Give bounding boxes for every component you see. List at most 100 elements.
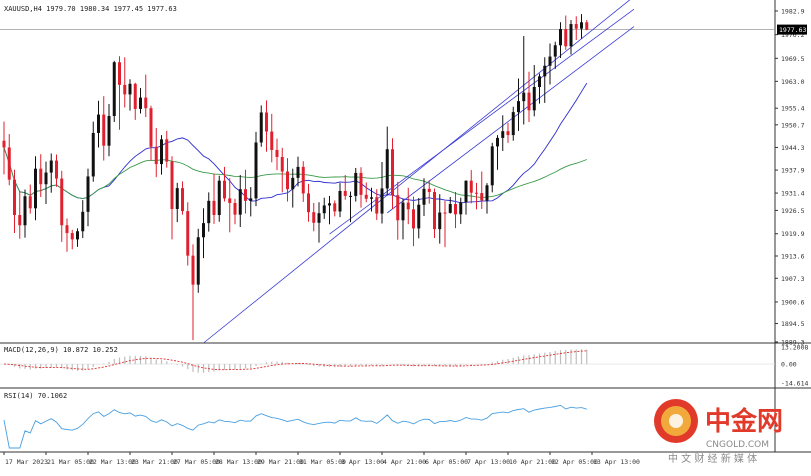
candle-body [107,115,111,146]
x-tick-label: 17 Mar 2023 [5,458,48,466]
candle-body [422,188,426,205]
x-tick-label: 7 Apr 13:00 [467,458,510,466]
candle-body [181,188,184,212]
current-price-label: 1977.63 [779,26,806,34]
candle-body [238,189,242,215]
x-tick-label: 29 Mar 21:00 [257,458,304,466]
watermark-tagline: 中 文 财 经 新 媒 体 [668,452,757,465]
candle-body [296,166,300,178]
x-tick-label: 4 Apr 21:00 [383,458,426,466]
y-tick-label: 1982.9 [781,7,805,15]
candle-body [496,137,499,147]
candle-body [91,132,95,177]
candle-body [385,149,389,189]
candle-body [527,92,531,111]
candle-body [44,172,48,185]
candle-body [412,209,415,229]
candle-body [55,160,58,179]
candle-body [480,193,484,201]
x-tick-label: 22 Mar 13:00 [89,458,136,466]
candle-body [438,212,442,230]
candle-body [254,142,258,199]
candle-body [291,177,295,190]
candle-body [574,24,578,29]
candle-body [301,166,305,194]
candle-body [506,131,510,136]
candle-body [406,202,410,210]
candle-body [118,62,121,85]
candle-body [417,204,421,229]
candle-body [18,214,22,226]
candle-body [112,62,116,116]
candle-body [501,131,505,138]
candle-body [343,190,347,196]
candle-body [349,195,352,197]
y-tick-label: 1907.3 [781,275,805,283]
macd-tick-label: 13.2008 [781,344,808,352]
candle-body [144,97,148,109]
candle-body [464,180,468,203]
watermark-brand: 中金网 [705,406,783,437]
candle-body [233,202,237,215]
candle-body [186,211,190,256]
candle-body [97,114,100,133]
candle-body [354,172,358,196]
candle-body [202,223,205,238]
candle-body [165,139,169,162]
candle-body [34,168,37,209]
candle-body [375,197,379,214]
candle-body [128,83,132,95]
candle-body [60,178,64,226]
candle-body [170,161,174,209]
x-tick-label: 6 Apr 05:00 [425,458,468,466]
candle-body [433,192,436,230]
candle-body [511,112,515,136]
candle-body [475,192,478,194]
y-tick-label: 1969.5 [781,55,805,63]
candle-body [391,149,394,196]
candle-body [228,198,232,203]
candle-body [286,171,289,190]
candle-body [7,147,11,180]
candle-body [175,188,179,209]
macd-title: MACD(12,26,9) 10.872 10.252 [4,346,118,354]
candle-body [139,97,142,109]
candle-body [380,188,384,214]
candle-body [459,202,463,215]
candle-body [212,200,216,215]
y-tick-label: 1931.4 [781,190,805,198]
candle-body [401,202,405,221]
candle-body [517,101,520,113]
candle-body [196,237,200,285]
candle-body [522,92,526,102]
candle-body [443,212,447,214]
candle-body [553,45,557,57]
candle-body [154,146,158,165]
candle-body [317,213,321,223]
candle-body [270,131,274,150]
candle-body [538,76,541,87]
candle-body [559,28,562,46]
candle-body [307,193,310,213]
candle-body [469,180,473,193]
chart-area: 1982.9 1976.2 1969.5 1963.0 1955.4 1950.7 1944… [0,0,811,472]
candle-body [149,108,153,147]
rsi-title: RSI(14) 70.1062 [4,392,67,400]
x-tick-label: 10 Apr 21:00 [509,458,556,466]
candle-body [191,255,195,285]
y-tick-label: 1955.4 [781,105,805,113]
y-tick-label: 1950.7 [781,121,805,129]
candle-body [427,188,431,193]
watermark-logo-core [669,414,683,428]
candle-body [585,22,589,30]
chart-background [0,0,811,472]
price-chart-svg: 1982.91976.21969.51963.01955.41950.71944… [0,0,811,472]
candle-body [123,84,127,95]
candle-body [249,198,253,201]
candle-body [490,146,494,186]
candle-body [338,190,342,212]
candle-body [102,114,106,146]
x-tick-label: 12 Apr 05:00 [551,458,598,466]
candle-body [133,83,137,109]
y-tick-label: 1913.6 [781,253,805,261]
